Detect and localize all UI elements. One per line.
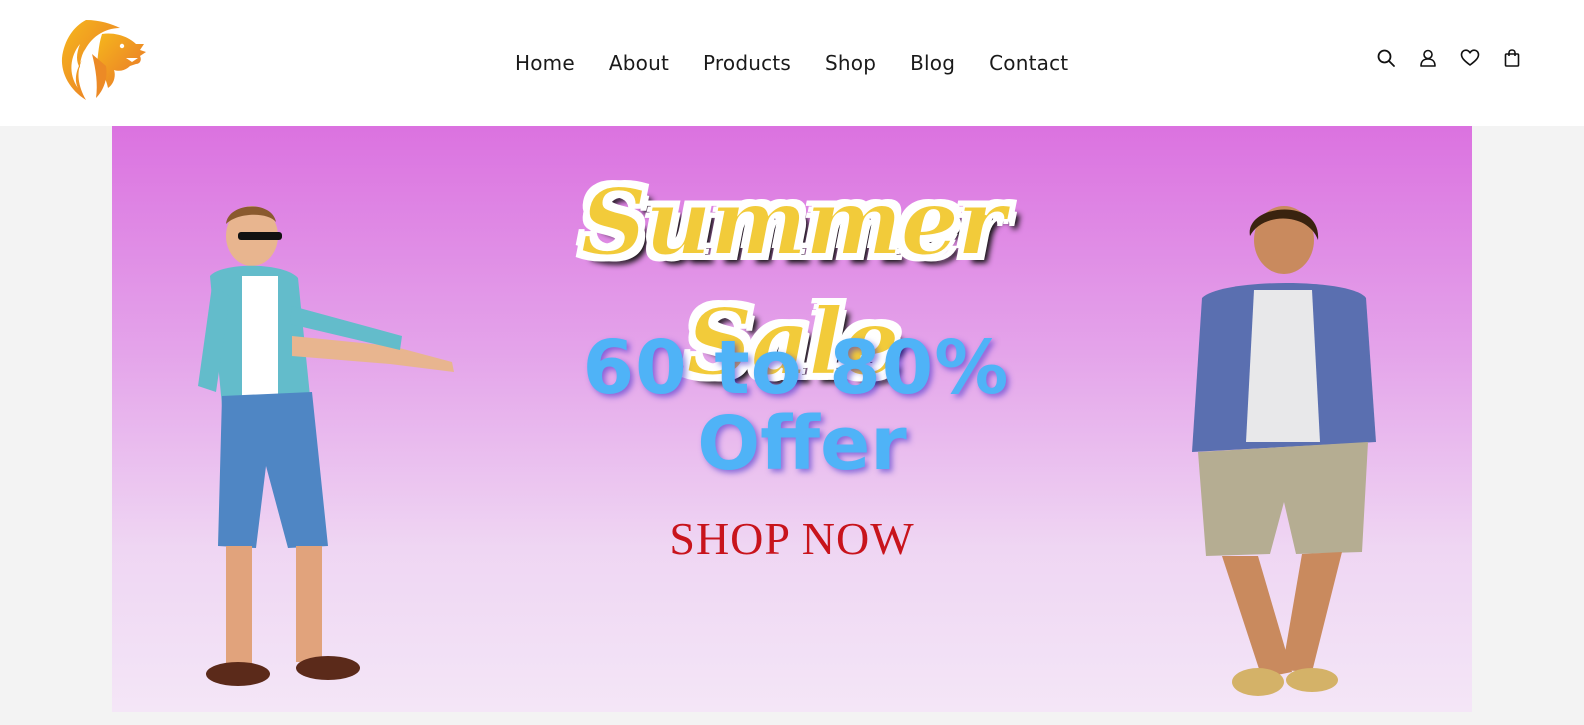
header-icons (1376, 48, 1522, 68)
summer-sale-banner[interactable]: Summer Sale 60 to 80% Offer SHOP NOW (112, 126, 1472, 712)
main-nav: Home About Products Shop Blog Contact (515, 49, 1068, 77)
lion-logo-icon[interactable] (56, 14, 148, 104)
nav-item-shop[interactable]: Shop (825, 49, 876, 77)
nav-item-products[interactable]: Products (703, 49, 791, 77)
offer-label: Offer (697, 401, 907, 487)
nav-item-home[interactable]: Home (515, 49, 575, 77)
heart-icon[interactable] (1460, 48, 1480, 68)
nav-item-contact[interactable]: Contact (989, 49, 1068, 77)
nav-item-blog[interactable]: Blog (910, 49, 955, 77)
shop-now-button[interactable]: SHOP NOW (112, 512, 1472, 565)
nav-item-about[interactable]: About (609, 49, 669, 77)
shopping-bag-icon[interactable] (1502, 48, 1522, 68)
user-icon[interactable] (1418, 48, 1438, 68)
search-icon[interactable] (1376, 48, 1396, 68)
offer-percentage: 60 to 80% (582, 325, 1010, 411)
site-header: Home About Products Shop Blog Contact (0, 0, 1584, 126)
